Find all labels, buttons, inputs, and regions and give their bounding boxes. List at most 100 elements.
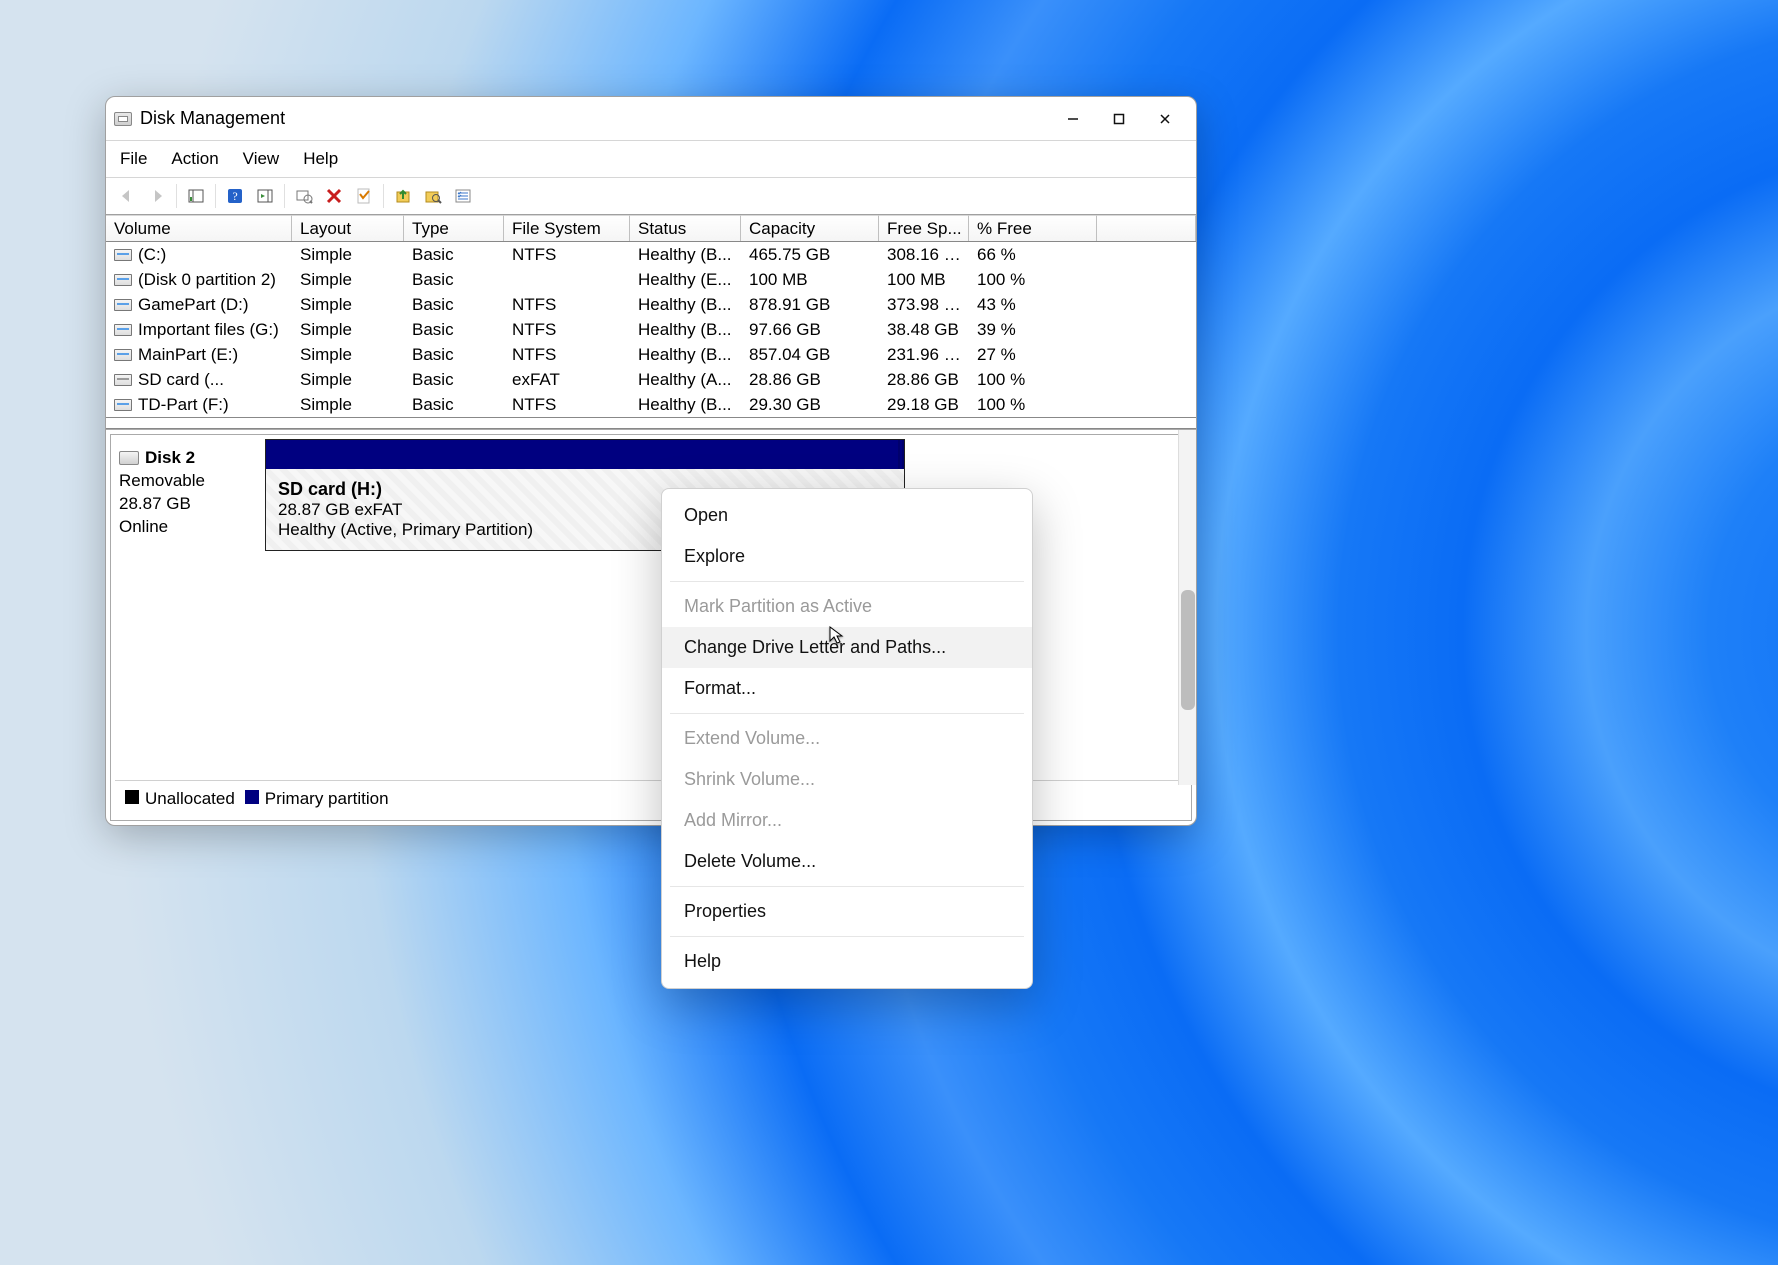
table-row[interactable]: TD-Part (F:)SimpleBasicNTFSHealthy (B...… [106,392,1196,417]
context-menu-item: Mark Partition as Active [662,586,1032,627]
refresh-button[interactable] [351,184,377,208]
cell-free: 308.16 GB [879,245,969,265]
col-pct-free[interactable]: % Free [969,215,1097,241]
cell-layout: Simple [292,245,404,265]
context-menu: OpenExplore Mark Partition as ActiveChang… [661,488,1033,989]
context-menu-separator [670,936,1024,937]
properties-button[interactable] [291,184,317,208]
volume-icon [114,399,132,411]
table-row[interactable]: MainPart (E:)SimpleBasicNTFSHealthy (B..… [106,342,1196,367]
cell-pfree: 100 % [969,370,1097,390]
cell-type: Basic [404,395,504,415]
show-hide-console-tree-button[interactable] [183,184,209,208]
rescan-disks-button[interactable] [390,184,416,208]
col-volume[interactable]: Volume [106,215,292,241]
scrollbar[interactable] [1178,430,1196,785]
cell-capacity: 857.04 GB [741,345,879,365]
cell-capacity: 465.75 GB [741,245,879,265]
context-menu-separator [670,886,1024,887]
cell-type: Basic [404,345,504,365]
cell-status: Healthy (B... [630,345,741,365]
cell-capacity: 878.91 GB [741,295,879,315]
cell-capacity: 100 MB [741,270,879,290]
disk-icon [119,451,139,465]
cell-volume: Important files (G:) [106,320,292,340]
cell-type: Basic [404,295,504,315]
cell-volume: TD-Part (F:) [106,395,292,415]
context-menu-item[interactable]: Delete Volume... [662,841,1032,882]
legend-primary: Primary partition [265,789,389,808]
cell-status: Healthy (E... [630,270,741,290]
col-layout[interactable]: Layout [292,215,404,241]
context-menu-item[interactable]: Help [662,941,1032,982]
table-row[interactable]: GamePart (D:)SimpleBasicNTFSHealthy (B..… [106,292,1196,317]
minimize-button[interactable] [1050,103,1096,135]
volume-icon [114,299,132,311]
cell-pfree: 100 % [969,395,1097,415]
toolbar-separator [176,184,177,208]
context-menu-item: Shrink Volume... [662,759,1032,800]
find-button[interactable] [420,184,446,208]
context-menu-item[interactable]: Open [662,495,1032,536]
menu-view[interactable]: View [243,149,280,169]
settings-button[interactable] [450,184,476,208]
cell-fs: NTFS [504,345,630,365]
delete-button[interactable] [321,184,347,208]
menubar: File Action View Help [106,141,1196,178]
volume-table-header: Volume Layout Type File System Status Ca… [106,215,1196,242]
disk-state: Online [119,516,257,539]
cell-volume: (Disk 0 partition 2) [106,270,292,290]
cell-free: 29.18 GB [879,395,969,415]
back-button[interactable] [114,184,140,208]
col-status[interactable]: Status [630,215,741,241]
context-menu-item[interactable]: Explore [662,536,1032,577]
forward-button[interactable] [144,184,170,208]
cell-type: Basic [404,320,504,340]
scrollbar-thumb[interactable] [1181,590,1195,710]
col-capacity[interactable]: Capacity [741,215,879,241]
disk-size: 28.87 GB [119,493,257,516]
toolbar: ? [106,178,1196,215]
col-file-system[interactable]: File System [504,215,630,241]
context-menu-item[interactable]: Properties [662,891,1032,932]
col-free-space[interactable]: Free Sp... [879,215,969,241]
menu-action[interactable]: Action [171,149,218,169]
table-row[interactable]: (Disk 0 partition 2)SimpleBasicHealthy (… [106,267,1196,292]
menu-file[interactable]: File [120,149,147,169]
cell-volume: GamePart (D:) [106,295,292,315]
context-menu-item[interactable]: Format... [662,668,1032,709]
help-button[interactable]: ? [222,184,248,208]
volume-icon [114,249,132,261]
table-row[interactable]: SD card (...SimpleBasicexFATHealthy (A..… [106,367,1196,392]
disk-name: Disk 2 [145,447,195,470]
window-title: Disk Management [140,108,285,129]
cell-status: Healthy (A... [630,370,741,390]
cell-free: 373.98 GB [879,295,969,315]
cell-capacity: 97.66 GB [741,320,879,340]
menu-help[interactable]: Help [303,149,338,169]
volume-table: Volume Layout Type File System Status Ca… [106,215,1196,417]
cell-status: Healthy (B... [630,295,741,315]
context-menu-item[interactable]: Change Drive Letter and Paths... [662,627,1032,668]
titlebar[interactable]: Disk Management [106,97,1196,141]
cell-type: Basic [404,270,504,290]
pane-splitter[interactable] [106,417,1196,429]
table-row[interactable]: Important files (G:)SimpleBasicNTFSHealt… [106,317,1196,342]
disk-label[interactable]: Disk 2 Removable 28.87 GB Online [115,439,265,551]
cell-fs: NTFS [504,295,630,315]
show-hide-action-pane-button[interactable] [252,184,278,208]
volume-icon [114,349,132,361]
table-row[interactable]: (C:)SimpleBasicNTFSHealthy (B...465.75 G… [106,242,1196,267]
cell-type: Basic [404,370,504,390]
maximize-button[interactable] [1096,103,1142,135]
cell-type: Basic [404,245,504,265]
cell-layout: Simple [292,295,404,315]
close-button[interactable] [1142,103,1188,135]
cell-fs: NTFS [504,395,630,415]
cell-capacity: 29.30 GB [741,395,879,415]
disk-management-window: Disk Management File Action View Help [105,96,1197,826]
cell-volume: (C:) [106,245,292,265]
cell-fs: NTFS [504,320,630,340]
col-type[interactable]: Type [404,215,504,241]
cell-status: Healthy (B... [630,320,741,340]
